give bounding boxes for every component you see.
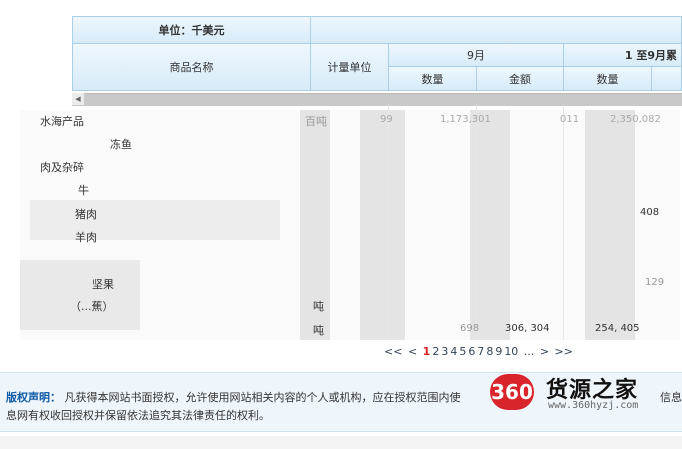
row-value: 99 — [380, 114, 393, 125]
page-link[interactable]: 8 — [486, 345, 493, 358]
row-name: 冻鱼 — [110, 138, 132, 151]
row-value: 1,173,301 — [440, 114, 491, 125]
unit-measure-label: 计量单位 — [327, 61, 372, 74]
blur-band — [30, 200, 280, 240]
row-value: 129 — [645, 277, 665, 288]
row-name: 肉及杂碎 — [40, 161, 84, 174]
copyright-text: 凡获得本网站书面授权，允许使用网站相关内容的个人或机构，应在授权范围内使 — [64, 391, 461, 404]
jan-sept-header: 1 至9月累 — [563, 43, 682, 67]
sept-qty-label: 数量 — [421, 72, 444, 86]
column-divider — [563, 105, 564, 340]
watermark-logo: 360 货源之家 www.360hyzj.com — [490, 370, 682, 414]
page-link[interactable]: 4 — [450, 345, 457, 358]
row-value: 408 — [640, 207, 660, 218]
page-link[interactable]: 10 — [504, 345, 518, 358]
page-link-current[interactable]: 1 — [423, 345, 431, 358]
september-header: 9月 — [388, 43, 564, 67]
copyright-text-2: 息网有权收回授权并保留依法追究其法律责任的权利。 — [6, 409, 270, 422]
page-link[interactable]: 7 — [477, 345, 484, 358]
scroll-left-arrow-icon[interactable]: ◀ — [72, 93, 84, 105]
page-link[interactable]: 3 — [441, 345, 448, 358]
unit-measure-header: 计量单位 — [310, 43, 389, 91]
pagination: << < 1 2 3 4 5 6 7 8 9 10 ... > >> — [384, 345, 575, 358]
product-name-label: 商品名称 — [169, 61, 214, 74]
first-page-link[interactable]: << — [384, 345, 402, 358]
horizontal-scrollbar[interactable] — [72, 93, 682, 106]
row-unit: 百吨 — [305, 115, 327, 128]
ytd-qty-label: 数量 — [596, 72, 619, 86]
blur-band — [360, 110, 405, 340]
row-unit: 吨 — [313, 300, 324, 313]
footer-strip — [0, 436, 682, 449]
column-divider — [476, 105, 477, 340]
next-page-link[interactable]: > — [540, 345, 549, 358]
ytd-qty-header: 数量 — [563, 66, 652, 91]
row-name: 水海产品 — [40, 115, 84, 128]
page-link[interactable]: 5 — [459, 345, 466, 358]
page-link[interactable]: 6 — [468, 345, 475, 358]
product-name-header: 商品名称 — [72, 43, 311, 91]
row-unit: 吨 — [313, 324, 324, 337]
copyright-text-block: 版权声明： 凡获得本网站书面授权，允许使用网站相关内容的个人或机构，应在授权范围… — [6, 389, 486, 425]
sept-amount-header: 金额 — [476, 66, 564, 91]
prev-page-link[interactable]: < — [408, 345, 417, 358]
row-value: 254, 405 — [595, 323, 640, 334]
header-blank-cell — [310, 16, 682, 44]
row-value: 306, 304 — [505, 323, 550, 334]
blur-band — [585, 110, 635, 340]
row-value: 011 — [560, 114, 580, 125]
page-link[interactable]: 2 — [432, 345, 439, 358]
unit-label: 单位：千美元 — [158, 24, 225, 37]
row-name: 牛 — [78, 184, 89, 197]
page-link[interactable]: 9 — [495, 345, 502, 358]
last-page-link[interactable]: >> — [555, 345, 573, 358]
sept-qty-header: 数量 — [388, 66, 477, 91]
row-name: 羊肉 — [75, 231, 97, 244]
row-value: 2,350,082 — [610, 114, 661, 125]
ytd-extra-header — [651, 66, 682, 91]
copyright-title: 版权声明： — [6, 391, 61, 404]
row-value: 698 — [460, 323, 480, 334]
row-name: （...蕉） — [70, 300, 114, 313]
logo-360-icon: 360 — [490, 374, 534, 410]
watermark-url: www.360hyzj.com — [548, 400, 639, 411]
sept-amount-label: 金额 — [509, 72, 531, 86]
september-label: 9月 — [467, 49, 485, 62]
ellipsis: ... — [523, 345, 535, 358]
column-divider — [388, 105, 389, 340]
jan-sept-label: 1 至9月累 — [624, 49, 677, 62]
blur-band — [20, 260, 140, 330]
row-name: 猪肉 — [75, 208, 97, 221]
unit-header-cell: 单位：千美元 — [72, 16, 311, 44]
row-name: 坚果 — [92, 278, 114, 291]
